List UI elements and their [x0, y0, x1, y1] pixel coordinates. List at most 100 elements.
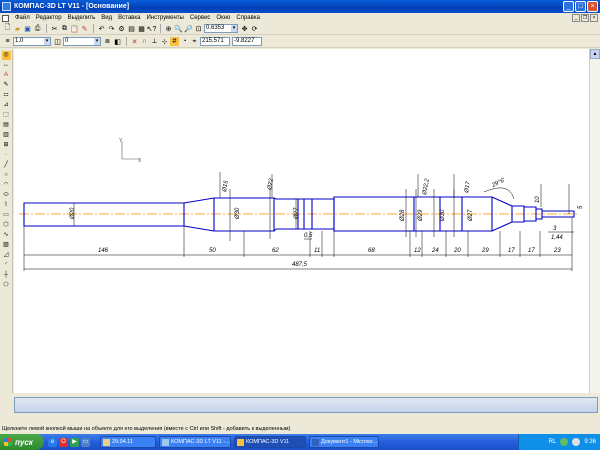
polyline-icon[interactable]: ⌇ [2, 201, 11, 210]
aux-line-icon[interactable]: ┼ [2, 271, 11, 280]
save-icon[interactable]: ▣ [23, 24, 32, 33]
spline-icon[interactable]: ∿ [2, 231, 11, 240]
segment-icon[interactable]: ╱ [2, 161, 11, 170]
refresh-icon[interactable]: ⟳ [250, 24, 259, 33]
zoom-in-icon[interactable]: 🔍 [174, 24, 183, 33]
compact-panel: ◎ ↔ A ✎ ⚏ ⊿ ⬚ ▤ ▥ ⊞ · ╱ ○ ◠ ⬭ ⌇ ▭ ⬡ ∿ ▧ … [0, 49, 13, 393]
menu-tools[interactable]: Инструменты [143, 15, 186, 21]
maximize-button[interactable]: □ [575, 1, 586, 12]
arc-icon[interactable]: ◠ [2, 181, 11, 190]
taskbar-item-word[interactable]: Документ1 - Microso... [309, 436, 379, 448]
help-cursor-icon[interactable]: ↖? [147, 24, 157, 33]
dim-length-12: 23 [553, 248, 561, 254]
coord-y-field[interactable]: -9.8227 [232, 37, 262, 46]
system-tray: RL 9:36 [518, 434, 600, 450]
minimize-button[interactable]: _ [563, 1, 574, 12]
taskbar-item-folder[interactable]: 29.04.11 [100, 436, 156, 448]
app-icon [2, 2, 11, 11]
ie-icon[interactable]: e [48, 437, 57, 447]
properties-icon[interactable]: ⚙ [117, 24, 126, 33]
zoom-all-icon[interactable]: ⊡ [194, 24, 203, 33]
menu-select[interactable]: Выделить [65, 15, 99, 21]
magnet-icon[interactable]: ∩ [140, 37, 149, 46]
document-icon[interactable] [2, 14, 9, 22]
scroll-up-icon[interactable]: ▲ [590, 49, 600, 59]
grid-snap-icon[interactable]: # [170, 37, 179, 46]
taskbar-item-kompas[interactable]: КОМПАС-3D V11 [234, 436, 306, 448]
properties-panel [0, 393, 600, 425]
layer-manager-icon[interactable]: ⧈ [103, 37, 112, 46]
clock[interactable]: 9:36 [584, 439, 596, 445]
grid-icon[interactable]: ▦ [137, 24, 146, 33]
copy-icon[interactable]: ⧉ [60, 24, 69, 33]
rectangle-icon[interactable]: ▭ [2, 211, 11, 220]
menu-help[interactable]: Справка [233, 15, 263, 21]
notation-icon[interactable]: A [2, 71, 11, 80]
media-icon[interactable]: ▶ [70, 437, 79, 447]
spec-icon[interactable]: ▤ [2, 121, 11, 130]
circle-icon[interactable]: ○ [2, 171, 11, 180]
edit-icon[interactable]: ✎ [2, 81, 11, 90]
coord-y-value: -9.8227 [234, 38, 255, 44]
local-cs-icon[interactable]: ⊹ [160, 37, 169, 46]
chamfer-icon[interactable]: ◿ [2, 251, 11, 260]
menu-editor[interactable]: Редактор [33, 15, 65, 21]
fillet-icon[interactable]: ◜ [2, 261, 11, 270]
hatch-icon[interactable]: ▧ [2, 241, 11, 250]
pan-icon[interactable]: ✥ [240, 24, 249, 33]
vertical-scrollbar[interactable]: ▲ [589, 49, 600, 393]
coordinate-system-icon [121, 141, 140, 160]
close-button[interactable]: × [587, 1, 598, 12]
snap-icon[interactable]: ✕ [130, 37, 139, 46]
opera-icon[interactable]: O [59, 437, 68, 447]
library-icon[interactable]: ▤ [127, 24, 136, 33]
zoom-field[interactable]: 0.6353 ▾ [204, 24, 238, 33]
desktop-icon[interactable]: ▭ [81, 437, 90, 447]
open-folder-icon[interactable]: ▰ [13, 24, 22, 33]
cut-icon[interactable]: ✂ [50, 24, 59, 33]
print-icon[interactable]: ⎙ [33, 24, 42, 33]
window-title: КОМПАС-3D LT V11 - [Основание] [14, 3, 130, 10]
ortho-icon[interactable]: ⟂ [150, 37, 159, 46]
style-field[interactable]: 1.0 ▾ [13, 37, 51, 46]
drawing-canvas[interactable]: Y X Ø20 Ø30 Ø27 Ø28 Ø29 Ø30 Ø27 Ø15 Ø22 … [14, 49, 589, 393]
redo-icon[interactable]: ↷ [107, 24, 116, 33]
round-icon[interactable]: ◔ [180, 37, 189, 46]
coord-x-field[interactable]: 215.571 [200, 37, 230, 46]
language-indicator[interactable]: RL [549, 439, 557, 445]
ellipse-icon[interactable]: ⬭ [2, 191, 11, 200]
new-document-icon[interactable]: 🗋 [3, 24, 12, 33]
volume-icon[interactable] [572, 438, 581, 446]
geometry-icon[interactable]: ◎ [1, 51, 11, 60]
doc-minimize-button[interactable]: _ [572, 14, 580, 22]
zoom-out-icon[interactable]: 🔎 [184, 24, 193, 33]
menu-view[interactable]: Вид [98, 15, 115, 21]
dim-length-8: 20 [453, 248, 461, 254]
contour-icon[interactable]: ⬠ [2, 281, 11, 290]
format-painter-icon[interactable]: ✎ [80, 24, 89, 33]
insert-icon[interactable]: ⊞ [2, 141, 11, 150]
paste-icon[interactable]: 📋 [70, 24, 79, 33]
report-icon[interactable]: ▥ [2, 131, 11, 140]
menu-file[interactable]: Файл [12, 15, 33, 21]
layer-field[interactable]: 0 ▾ [63, 37, 101, 46]
menu-window[interactable]: Окно [213, 15, 233, 21]
measure-icon[interactable]: ⊿ [2, 101, 11, 110]
start-button[interactable]: пуск [0, 434, 44, 450]
doc-restore-button[interactable]: ❐ [581, 14, 589, 22]
menu-insert[interactable]: Вставка [115, 15, 143, 21]
style-icon: ≡ [5, 38, 10, 45]
views-icon[interactable]: ◧ [113, 37, 122, 46]
point-icon[interactable]: · [2, 151, 11, 160]
dim-diameter-3: Ø27 [294, 207, 300, 220]
parametrize-icon[interactable]: ⚏ [2, 91, 11, 100]
doc-close-button[interactable]: × [590, 14, 598, 22]
zoom-window-icon[interactable]: ⊕ [164, 24, 173, 33]
network-icon[interactable] [560, 438, 569, 446]
undo-icon[interactable]: ↶ [97, 24, 106, 33]
polygon-icon[interactable]: ⬡ [2, 221, 11, 230]
dimensions-icon[interactable]: ↔ [2, 61, 11, 70]
menu-service[interactable]: Сервис [187, 15, 214, 21]
taskbar-item-kompas-lt[interactable]: КОМПАС-3D LT V11 -... [159, 436, 231, 448]
select-icon[interactable]: ⬚ [2, 111, 11, 120]
